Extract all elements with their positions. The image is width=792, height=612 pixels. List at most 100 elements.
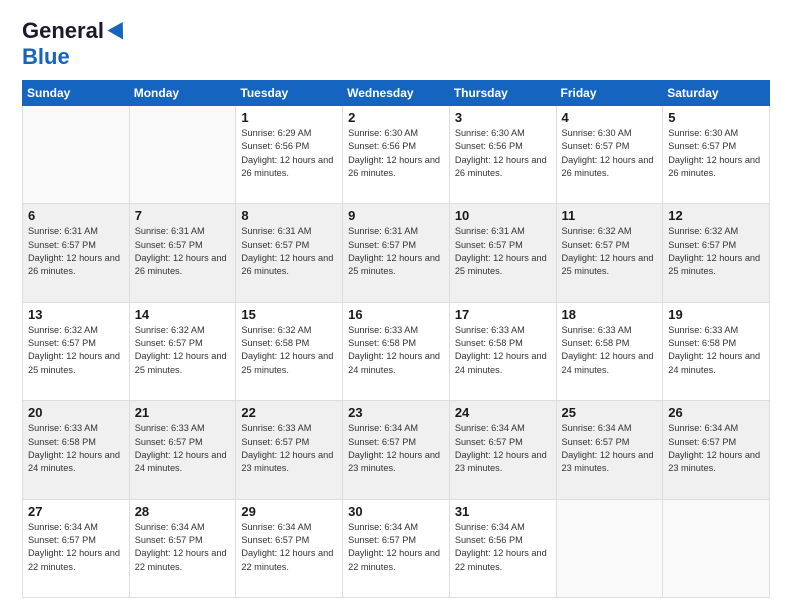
day-number: 5 [668, 110, 764, 125]
calendar-cell: 14 Sunrise: 6:32 AMSunset: 6:57 PMDayligh… [129, 302, 236, 400]
calendar-header-saturday: Saturday [663, 81, 770, 106]
day-number: 15 [241, 307, 337, 322]
calendar-cell: 11Sunrise: 6:32 AMSunset: 6:57 PMDayligh… [556, 204, 663, 302]
cell-info: Sunrise: 6:30 AMSunset: 6:57 PMDaylight:… [562, 127, 658, 180]
calendar-cell [129, 106, 236, 204]
day-number: 8 [241, 208, 337, 223]
calendar-cell: 5 Sunrise: 6:30 AMSunset: 6:57 PMDaylight… [663, 106, 770, 204]
day-number: 19 [668, 307, 764, 322]
day-number: 29 [241, 504, 337, 519]
cell-info: Sunrise: 6:34 AMSunset: 6:57 PMDaylight:… [348, 422, 444, 475]
cell-info: Sunrise: 6:32 AMSunset: 6:57 PMDaylight:… [135, 324, 231, 377]
calendar-cell: 6Sunrise: 6:31 AMSunset: 6:57 PMDaylight… [23, 204, 130, 302]
cell-info: Sunrise: 6:34 AMSunset: 6:57 PMDaylight:… [135, 521, 231, 574]
cell-info: Sunrise: 6:34 AMSunset: 6:57 PMDaylight:… [562, 422, 658, 475]
day-number: 11 [562, 208, 658, 223]
calendar-cell [556, 499, 663, 597]
calendar-cell: 17 Sunrise: 6:33 AMSunset: 6:58 PMDayligh… [449, 302, 556, 400]
calendar-header-thursday: Thursday [449, 81, 556, 106]
calendar-cell: 24 Sunrise: 6:34 AMSunset: 6:57 PMDayligh… [449, 401, 556, 499]
day-number: 25 [562, 405, 658, 420]
logo-general: General [22, 18, 104, 44]
calendar-cell: 3 Sunrise: 6:30 AMSunset: 6:56 PMDaylight… [449, 106, 556, 204]
page: General Blue SundayMondayTuesdayWednesda… [0, 0, 792, 612]
day-number: 16 [348, 307, 444, 322]
calendar-cell: 23 Sunrise: 6:34 AMSunset: 6:57 PMDayligh… [343, 401, 450, 499]
calendar-week-row: 6 Sunrise: 6:31 AMSunset: 6:57 PMDaylight… [23, 204, 770, 302]
calendar-cell: 19Sunrise: 6:33 AMSunset: 6:58 PMDayligh… [663, 302, 770, 400]
day-number: 26 [668, 405, 764, 420]
cell-info: Sunrise: 6:33 AMSunset: 6:58 PMDaylight:… [28, 422, 124, 475]
logo: General Blue [22, 18, 128, 70]
day-number: 24 [455, 405, 551, 420]
day-number: 9 [348, 208, 444, 223]
calendar-cell: 27Sunrise: 6:34 AMSunset: 6:57 PMDayligh… [23, 499, 130, 597]
logo-triangle-icon [107, 17, 130, 39]
calendar-cell: 22 Sunrise: 6:33 AMSunset: 6:57 PMDayligh… [236, 401, 343, 499]
calendar-cell: 1 Sunrise: 6:29 AMSunset: 6:56 PMDaylight… [236, 106, 343, 204]
calendar-header-tuesday: Tuesday [236, 81, 343, 106]
cell-info: Sunrise: 6:31 AMSunset: 6:57 PMDaylight:… [241, 225, 337, 278]
cell-info: Sunrise: 6:30 AMSunset: 6:56 PMDaylight:… [348, 127, 444, 180]
cell-info: Sunrise: 6:33 AMSunset: 6:57 PMDaylight:… [241, 422, 337, 475]
calendar-cell: 29 Sunrise: 6:34 AMSunset: 6:57 PMDayligh… [236, 499, 343, 597]
cell-info: Sunrise: 6:30 AMSunset: 6:56 PMDaylight:… [455, 127, 551, 180]
day-number: 10 [455, 208, 551, 223]
calendar-cell: 15Sunrise: 6:32 AMSunset: 6:58 PMDayligh… [236, 302, 343, 400]
calendar-cell: 25 Sunrise: 6:34 AMSunset: 6:57 PMDayligh… [556, 401, 663, 499]
calendar-cell: 10 Sunrise: 6:31 AMSunset: 6:57 PMDayligh… [449, 204, 556, 302]
calendar-cell: 28 Sunrise: 6:34 AMSunset: 6:57 PMDayligh… [129, 499, 236, 597]
calendar-cell: 18 Sunrise: 6:33 AMSunset: 6:58 PMDayligh… [556, 302, 663, 400]
day-number: 18 [562, 307, 658, 322]
calendar-header-sunday: Sunday [23, 81, 130, 106]
day-number: 20 [28, 405, 124, 420]
cell-info: Sunrise: 6:34 AMSunset: 6:57 PMDaylight:… [348, 521, 444, 574]
cell-info: Sunrise: 6:33 AMSunset: 6:58 PMDaylight:… [455, 324, 551, 377]
day-number: 4 [562, 110, 658, 125]
day-number: 2 [348, 110, 444, 125]
calendar-cell: 26 Sunrise: 6:34 AMSunset: 6:57 PMDayligh… [663, 401, 770, 499]
day-number: 1 [241, 110, 337, 125]
calendar-cell: 8 Sunrise: 6:31 AMSunset: 6:57 PMDaylight… [236, 204, 343, 302]
day-number: 17 [455, 307, 551, 322]
calendar-week-row: 27Sunrise: 6:34 AMSunset: 6:57 PMDayligh… [23, 499, 770, 597]
cell-info: Sunrise: 6:31 AMSunset: 6:57 PMDaylight:… [455, 225, 551, 278]
calendar-cell: 2 Sunrise: 6:30 AMSunset: 6:56 PMDaylight… [343, 106, 450, 204]
calendar-week-row: 20 Sunrise: 6:33 AMSunset: 6:58 PMDayligh… [23, 401, 770, 499]
day-number: 31 [455, 504, 551, 519]
day-number: 3 [455, 110, 551, 125]
calendar-header-wednesday: Wednesday [343, 81, 450, 106]
calendar-cell: 9 Sunrise: 6:31 AMSunset: 6:57 PMDaylight… [343, 204, 450, 302]
header: General Blue [22, 18, 770, 70]
logo-blue: Blue [22, 44, 70, 70]
day-number: 28 [135, 504, 231, 519]
calendar-cell: 16 Sunrise: 6:33 AMSunset: 6:58 PMDayligh… [343, 302, 450, 400]
calendar-cell: 4 Sunrise: 6:30 AMSunset: 6:57 PMDaylight… [556, 106, 663, 204]
cell-info: Sunrise: 6:34 AMSunset: 6:57 PMDaylight:… [668, 422, 764, 475]
calendar-table: SundayMondayTuesdayWednesdayThursdayFrid… [22, 80, 770, 598]
calendar-header-row: SundayMondayTuesdayWednesdayThursdayFrid… [23, 81, 770, 106]
day-number: 22 [241, 405, 337, 420]
cell-info: Sunrise: 6:33 AMSunset: 6:57 PMDaylight:… [135, 422, 231, 475]
day-number: 21 [135, 405, 231, 420]
cell-info: Sunrise: 6:34 AMSunset: 6:56 PMDaylight:… [455, 521, 551, 574]
day-number: 12 [668, 208, 764, 223]
cell-info: Sunrise: 6:29 AMSunset: 6:56 PMDaylight:… [241, 127, 337, 180]
cell-info: Sunrise: 6:33 AMSunset: 6:58 PMDaylight:… [562, 324, 658, 377]
calendar-cell: 20 Sunrise: 6:33 AMSunset: 6:58 PMDayligh… [23, 401, 130, 499]
calendar-cell: 13Sunrise: 6:32 AMSunset: 6:57 PMDayligh… [23, 302, 130, 400]
cell-info: Sunrise: 6:33 AMSunset: 6:58 PMDaylight:… [348, 324, 444, 377]
calendar-cell: 30 Sunrise: 6:34 AMSunset: 6:57 PMDayligh… [343, 499, 450, 597]
day-number: 14 [135, 307, 231, 322]
day-number: 30 [348, 504, 444, 519]
calendar-cell: 21 Sunrise: 6:33 AMSunset: 6:57 PMDayligh… [129, 401, 236, 499]
cell-info: Sunrise: 6:34 AMSunset: 6:57 PMDaylight:… [241, 521, 337, 574]
cell-info: Sunrise: 6:34 AMSunset: 6:57 PMDaylight:… [455, 422, 551, 475]
calendar-cell [663, 499, 770, 597]
cell-info: Sunrise: 6:31 AMSunset: 6:57 PMDaylight:… [348, 225, 444, 278]
calendar-cell: 31 Sunrise: 6:34 AMSunset: 6:56 PMDayligh… [449, 499, 556, 597]
day-number: 23 [348, 405, 444, 420]
day-number: 7 [135, 208, 231, 223]
day-number: 6 [28, 208, 124, 223]
cell-info: Sunrise: 6:30 AMSunset: 6:57 PMDaylight:… [668, 127, 764, 180]
